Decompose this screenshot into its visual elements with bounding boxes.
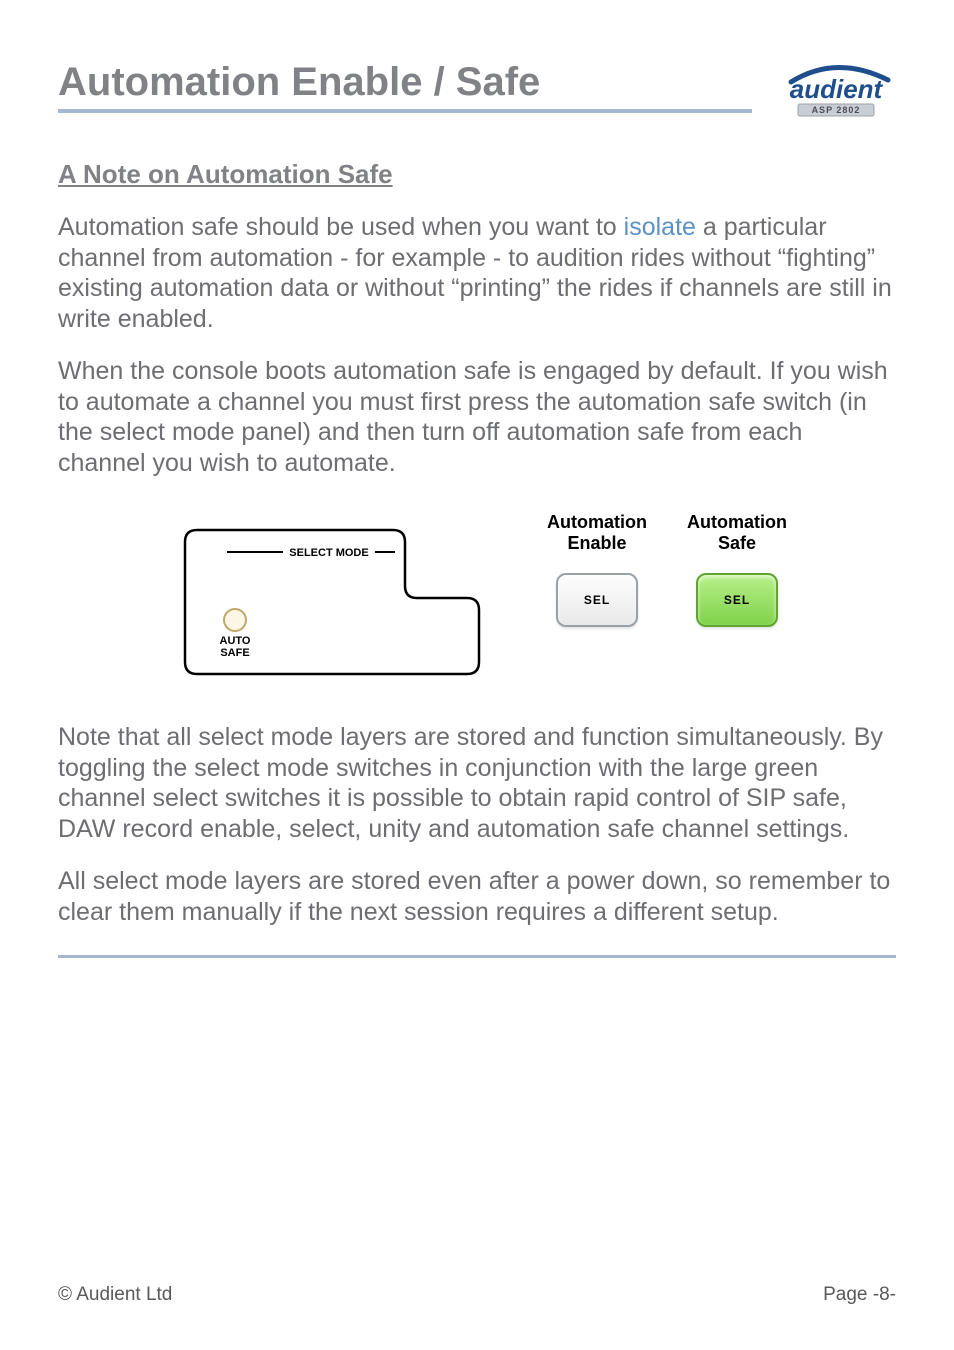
auto-safe-button[interactable] bbox=[224, 609, 246, 631]
diagram-row: SELECT MODE AUTO SAFE Automation Enable … bbox=[58, 512, 896, 692]
para1-highlight: isolate bbox=[624, 213, 696, 241]
button-label-line1: AUTO bbox=[220, 635, 251, 647]
sel-button-safe[interactable]: SEL bbox=[696, 573, 778, 627]
paragraph-3: Note that all select mode layers are sto… bbox=[58, 722, 896, 844]
paragraph-4: All select mode layers are stored even a… bbox=[58, 866, 896, 927]
header-row: Automation Enable / Safe audient ASP 280… bbox=[58, 60, 896, 125]
section-heading: A Note on Automation Safe bbox=[58, 159, 896, 190]
para1-pre: Automation safe should be used when you … bbox=[58, 213, 624, 241]
automation-safe-col: Automation Safe SEL bbox=[687, 512, 787, 627]
page-title: Automation Enable / Safe bbox=[58, 60, 752, 113]
paragraph-2: When the console boots automation safe i… bbox=[58, 356, 896, 478]
logo-brand-text: audient bbox=[790, 74, 884, 104]
logo-model-text: ASP 2802 bbox=[812, 105, 861, 115]
automation-enable-col: Automation Enable SEL bbox=[547, 512, 647, 627]
panel-label: SELECT MODE bbox=[289, 547, 368, 559]
page-container: Automation Enable / Safe audient ASP 280… bbox=[0, 0, 954, 1350]
col1-title: Automation Enable bbox=[547, 512, 647, 553]
paragraph-1: Automation safe should be used when you … bbox=[58, 212, 896, 334]
sel-button-enable[interactable]: SEL bbox=[556, 573, 638, 627]
col2-title: Automation Safe bbox=[687, 512, 787, 553]
footer-left: © Audient Ltd bbox=[58, 1284, 172, 1306]
select-mode-panel: SELECT MODE AUTO SAFE bbox=[167, 512, 507, 692]
bottom-divider bbox=[58, 955, 896, 958]
brand-logo: audient ASP 2802 bbox=[776, 60, 896, 125]
button-label-line2: SAFE bbox=[220, 647, 249, 659]
footer: © Audient Ltd Page -8- bbox=[58, 1284, 896, 1306]
footer-right: Page -8- bbox=[823, 1284, 896, 1306]
